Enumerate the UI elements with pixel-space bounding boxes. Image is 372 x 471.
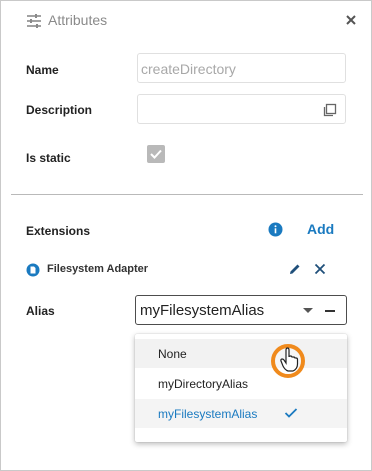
filesystem-adapter-icon xyxy=(26,263,40,277)
panel-title: Attributes xyxy=(48,12,108,28)
description-label: Description xyxy=(26,103,93,117)
divider xyxy=(11,194,363,195)
extensions-label: Extensions xyxy=(26,224,91,238)
description-field[interactable] xyxy=(137,94,346,124)
add-extension-button[interactable]: Add xyxy=(307,221,334,237)
open-editor-icon[interactable] xyxy=(323,103,337,117)
name-field[interactable]: createDirectory xyxy=(137,53,346,83)
tune-icon xyxy=(27,14,41,28)
alias-select[interactable]: myFilesystemAlias xyxy=(135,295,347,325)
option-label: myDirectoryAlias xyxy=(158,377,249,391)
alias-label: Alias xyxy=(26,304,55,318)
alias-dropdown-menu: None myDirectoryAlias myFilesystemAlias xyxy=(135,334,347,442)
close-icon[interactable] xyxy=(343,12,359,28)
panel-header: Attributes xyxy=(1,1,371,41)
attributes-panel: Attributes Name createDirectory Descript… xyxy=(0,0,372,471)
check-icon xyxy=(150,149,162,159)
option-label: None xyxy=(158,347,187,361)
name-label: Name xyxy=(26,63,59,77)
info-icon[interactable] xyxy=(268,222,283,237)
alias-selected-value: myFilesystemAlias xyxy=(140,302,265,319)
alias-option-none[interactable]: None xyxy=(135,339,347,368)
is-static-label: Is static xyxy=(26,151,71,165)
hand-cursor-icon xyxy=(280,347,299,372)
filesystem-adapter-title: Filesystem Adapter xyxy=(47,263,149,275)
edit-icon[interactable] xyxy=(288,262,302,276)
minus-icon[interactable] xyxy=(325,310,335,312)
alias-option-mydirectoryalias[interactable]: myDirectoryAlias xyxy=(135,369,347,398)
check-icon xyxy=(284,408,298,418)
chevron-down-icon[interactable] xyxy=(303,308,313,313)
is-static-checkbox[interactable] xyxy=(147,145,165,163)
option-label: myFilesystemAlias xyxy=(158,407,258,421)
name-value: createDirectory xyxy=(141,61,236,77)
remove-extension-icon[interactable] xyxy=(314,263,326,275)
alias-option-myfilesystemalias[interactable]: myFilesystemAlias xyxy=(135,399,347,428)
